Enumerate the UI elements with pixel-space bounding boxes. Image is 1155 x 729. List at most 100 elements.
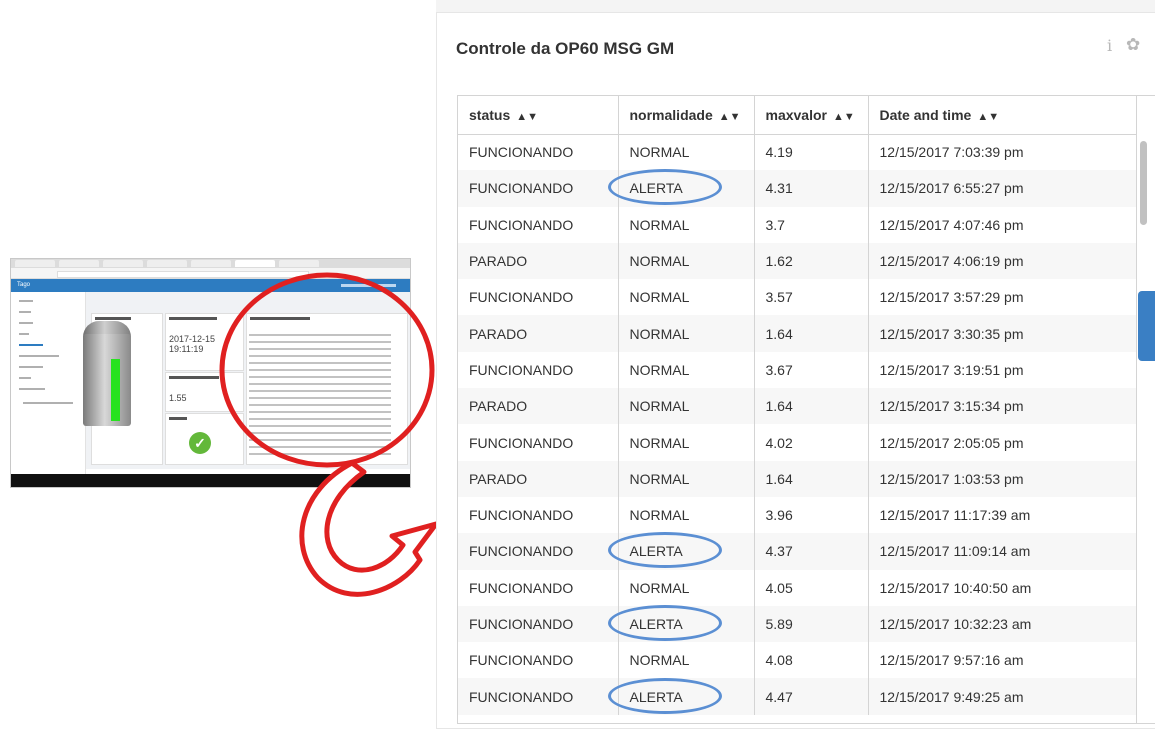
cell-maxvalor-text: 4.37 [765, 543, 793, 560]
cell-normalidade-text: NORMAL [629, 216, 690, 233]
cell-maxvalor-text: 1.64 [765, 398, 793, 415]
table-row: PARADO NORMAL 1.62 12/15/2017 4:06:19 pm [458, 242, 1139, 280]
cell-maxvalor: 1.64 [754, 460, 869, 497]
thumbnail-table-row [249, 362, 391, 364]
cell-maxvalor-text: 4.02 [765, 434, 793, 451]
cell-status-text: FUNCIONANDO [469, 652, 574, 669]
check-icon: ✓ [189, 432, 211, 454]
cell-maxvalor-text: 1.64 [765, 470, 793, 487]
cell-datetime-text: 12/15/2017 11:17:39 am [879, 507, 1031, 524]
thumbnail-table-row [249, 446, 391, 448]
silo-level-bar [111, 359, 120, 421]
cell-datetime-text: 12/15/2017 9:49:25 am [879, 688, 1024, 705]
table-header-row: status ▲︎▼︎ normalidade ▲︎▼︎ maxvalor ▲︎▼︎ … [458, 96, 1139, 135]
thumbnail-table-row [249, 376, 391, 378]
cell-datetime-text: 12/15/2017 3:19:51 pm [879, 361, 1024, 378]
cell-normalidade-text: ALERTA [607, 605, 722, 641]
cell-datetime: 12/15/2017 3:30:35 pm [868, 315, 1139, 352]
cell-status: FUNCIONANDO [458, 678, 619, 715]
sidebar-item [19, 366, 43, 368]
cell-maxvalor-text: 4.19 [765, 144, 793, 161]
sidebar-item [19, 355, 59, 357]
sort-icon[interactable]: ▲︎▼︎ [833, 111, 855, 123]
sort-icon[interactable]: ▲︎▼︎ [516, 111, 538, 123]
cell-status-text: PARADO [469, 398, 528, 415]
browser-tab [191, 260, 231, 267]
thumbnail-table-row [249, 383, 391, 385]
cell-status-text: FUNCIONANDO [469, 361, 574, 378]
cell-datetime-text: 12/15/2017 9:57:16 am [879, 652, 1024, 669]
cell-normalidade: NORMAL [618, 642, 755, 679]
table-row: PARADO NORMAL 1.64 12/15/2017 1:03:53 pm [458, 460, 1139, 497]
thumbnail-table-row [249, 439, 391, 441]
table-row: FUNCIONANDO NORMAL 3.96 12/15/2017 11:17:39… [458, 496, 1139, 534]
cell-datetime: 12/15/2017 3:19:51 pm [868, 351, 1139, 389]
cell-normalidade: NORMAL [618, 496, 755, 534]
cell-status-text: FUNCIONANDO [469, 289, 574, 306]
cell-status: FUNCIONANDO [458, 605, 619, 643]
sort-icon[interactable]: ▲︎▼︎ [719, 111, 741, 123]
sidebar-item-active [19, 344, 43, 346]
sidebar-item [19, 311, 31, 313]
column-header-maxvalor[interactable]: maxvalor ▲︎▼︎ [754, 96, 869, 135]
column-header-status[interactable]: status ▲︎▼︎ [458, 96, 619, 135]
cell-datetime: 12/15/2017 6:55:27 pm [868, 170, 1139, 207]
data-table-container: status ▲︎▼︎ normalidade ▲︎▼︎ maxvalor ▲︎▼︎ … [457, 95, 1155, 724]
app-logo: Tago [17, 282, 31, 288]
cell-datetime-text: 12/15/2017 4:06:19 pm [879, 253, 1024, 270]
sidebar-footer [23, 402, 73, 404]
thumbnail-current-value: 1.55 [169, 393, 187, 403]
info-icon[interactable]: i [1107, 36, 1112, 55]
cell-normalidade: NORMAL [618, 279, 755, 316]
cell-datetime: 12/15/2017 4:07:46 pm [868, 206, 1139, 243]
cell-maxvalor: 1.62 [754, 242, 869, 280]
column-header-datetime[interactable]: Date and time ▲︎▼︎ [868, 96, 1139, 135]
cell-normalidade-text: NORMAL [629, 652, 690, 669]
table-row: FUNCIONANDO NORMAL 4.19 12/15/2017 7:03:39 … [458, 134, 1139, 171]
cell-status: PARADO [458, 315, 619, 352]
cell-maxvalor-text: 3.7 [765, 216, 785, 233]
cell-status: FUNCIONANDO [458, 496, 619, 534]
card-title [169, 317, 217, 320]
browser-tab [279, 260, 319, 267]
cell-normalidade: NORMAL [618, 315, 755, 352]
cell-datetime-text: 12/15/2017 3:57:29 pm [879, 289, 1024, 306]
thumbnail-table-row [249, 453, 391, 455]
browser-tab [15, 260, 55, 267]
cell-status: FUNCIONANDO [458, 279, 619, 316]
cell-maxvalor-text: 5.89 [765, 616, 793, 632]
cell-datetime: 12/15/2017 7:03:39 pm [868, 134, 1139, 171]
table-row: FUNCIONANDO ALERTA 5.89 12/15/2017 10:32:23… [458, 605, 1139, 643]
cell-datetime-text: 12/15/2017 3:15:34 pm [879, 398, 1024, 415]
cell-status: FUNCIONANDO [458, 569, 619, 606]
app-user-menu [341, 284, 396, 287]
sort-icon[interactable]: ▲︎▼︎ [977, 111, 999, 123]
card-title [169, 376, 219, 379]
thumbnail-table-row [249, 348, 391, 350]
cell-maxvalor: 4.37 [754, 533, 869, 570]
cell-maxvalor-text: 4.47 [765, 688, 793, 705]
table-scrollbar-thumb[interactable] [1140, 141, 1147, 225]
thumbnail-table-row [249, 341, 391, 343]
cell-normalidade: ALERTA [607, 169, 755, 207]
thumbnail-date-value: 2017-12-15 19:11:19 [169, 334, 216, 354]
cell-datetime-text: 12/15/2017 11:09:14 am [879, 543, 1031, 560]
side-expand-tab[interactable] [1138, 291, 1155, 361]
card-title [95, 317, 131, 320]
cell-normalidade: ALERTA [607, 532, 755, 570]
table-row: FUNCIONANDO ALERTA 4.37 12/15/2017 11:09:14… [458, 532, 1139, 570]
cell-status: PARADO [458, 242, 619, 280]
cell-status-text: FUNCIONANDO [469, 616, 574, 632]
cell-maxvalor: 3.67 [754, 351, 869, 389]
table-row: FUNCIONANDO NORMAL 4.05 12/15/2017 10:40:50… [458, 569, 1139, 606]
gear-icon[interactable]: ✿ [1126, 35, 1140, 55]
cell-normalidade-text: NORMAL [629, 253, 690, 270]
windows-taskbar [11, 474, 410, 487]
cell-datetime-text: 12/15/2017 7:03:39 pm [879, 144, 1024, 161]
column-header-normalidade[interactable]: normalidade ▲︎▼︎ [618, 96, 755, 135]
cell-status: FUNCIONANDO [458, 206, 619, 243]
cell-maxvalor: 4.47 [754, 678, 869, 715]
table-row: FUNCIONANDO NORMAL 3.57 12/15/2017 3:57:29 … [458, 279, 1139, 316]
thumbnail-table-row [249, 334, 391, 336]
cell-maxvalor-text: 4.08 [765, 652, 793, 669]
